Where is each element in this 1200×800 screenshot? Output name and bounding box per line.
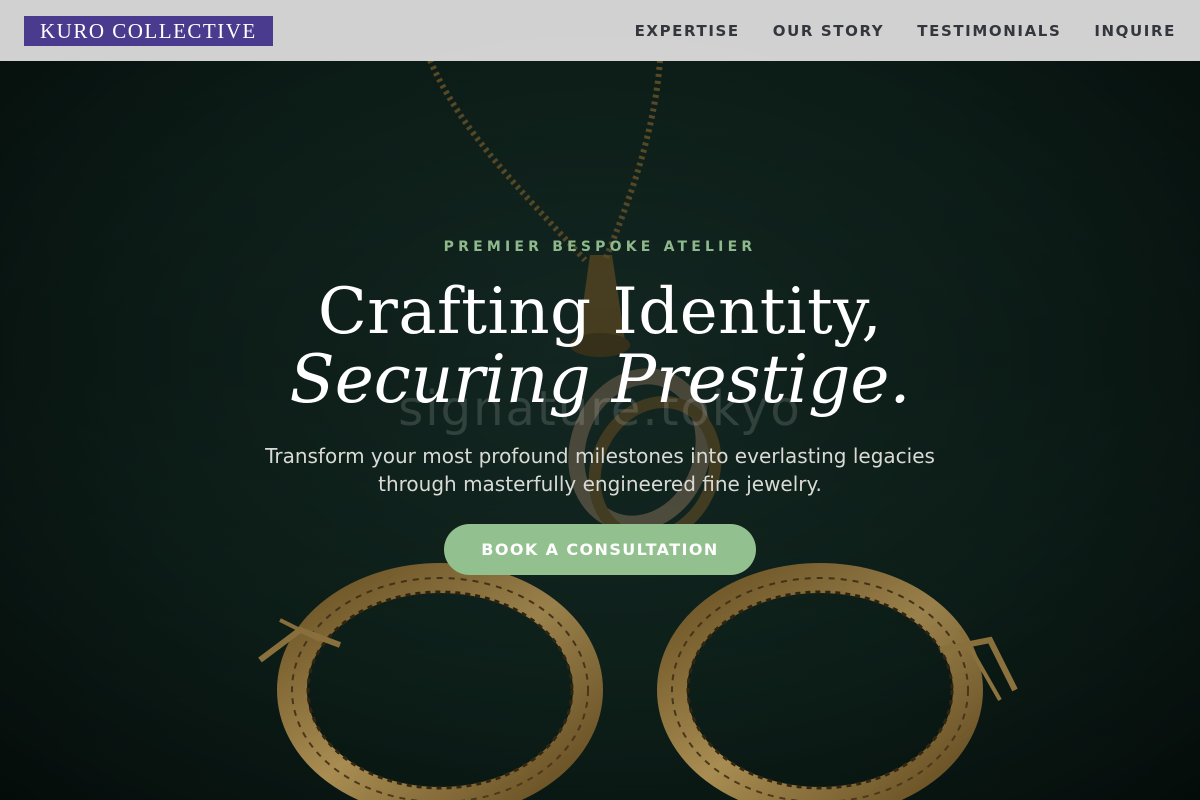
hero-headline: Crafting Identity, Securing Prestige. (0, 276, 1200, 416)
headline-line-1: Crafting Identity, (317, 275, 883, 349)
nav-link-testimonials[interactable]: TESTIMONIALS (917, 22, 1061, 40)
brand-logo[interactable]: KURO COLLECTIVE (24, 15, 273, 46)
nav-link-expertise[interactable]: EXPERTISE (635, 22, 740, 40)
hero-eyebrow: PREMIER BESPOKE ATELIER (443, 239, 757, 255)
nav-link-inquire[interactable]: INQUIRE (1094, 22, 1176, 40)
page: signature.tokyo KURO COLLECTIVE EXPERTIS… (0, 0, 1200, 800)
hero-section: PREMIER BESPOKE ATELIER Crafting Identit… (0, 0, 1200, 800)
book-consultation-button[interactable]: BOOK A CONSULTATION (444, 524, 756, 575)
headline-line-2: Securing Prestige. (289, 341, 911, 418)
main-nav: EXPERTISE OUR STORY TESTIMONIALS INQUIRE (635, 22, 1176, 40)
site-header: KURO COLLECTIVE EXPERTISE OUR STORY TEST… (0, 0, 1200, 61)
nav-link-our-story[interactable]: OUR STORY (773, 22, 884, 40)
hero-subtitle: Transform your most profound milestones … (265, 444, 935, 496)
